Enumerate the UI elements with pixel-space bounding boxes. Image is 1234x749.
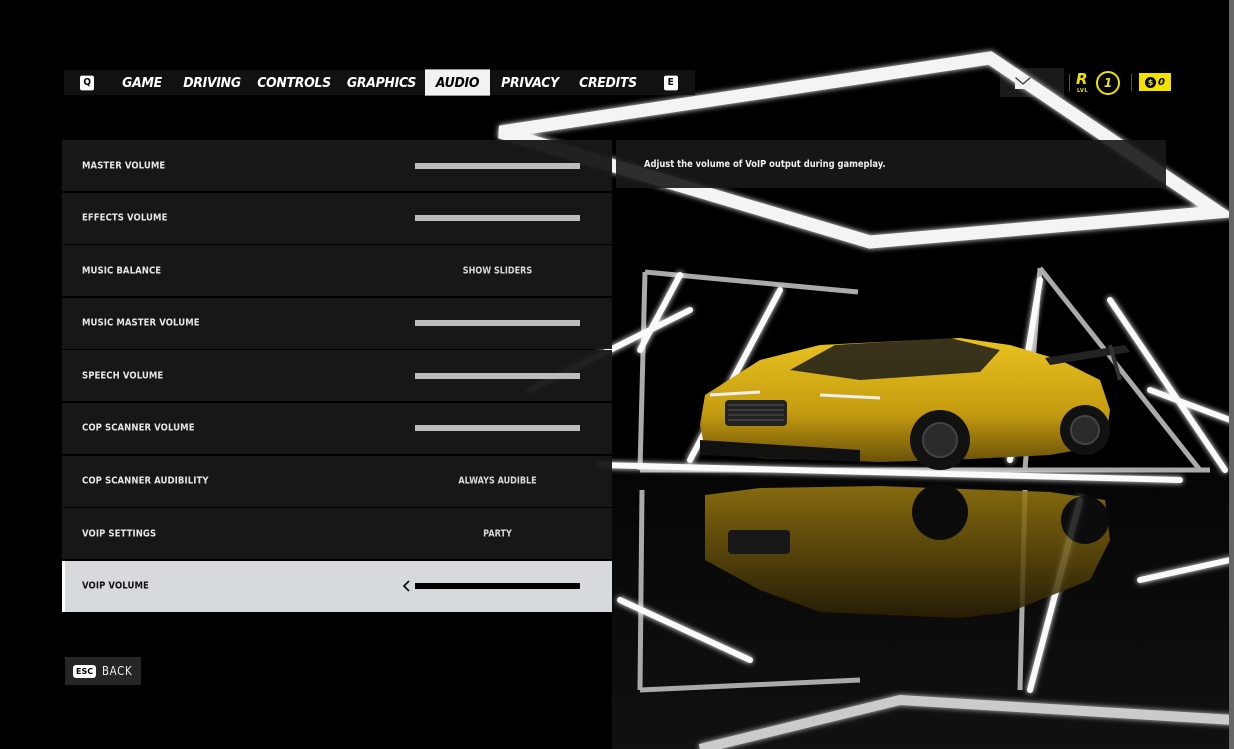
- e-key-icon: E: [663, 75, 678, 90]
- tab-game[interactable]: GAME: [110, 69, 174, 95]
- slider-fill: [415, 372, 580, 379]
- slider-fill: [415, 320, 580, 327]
- tab-audio[interactable]: AUDIO: [425, 69, 490, 96]
- setting-label: MUSIC MASTER VOLUME: [82, 317, 200, 329]
- voip-settings-value[interactable]: PARTY: [427, 528, 567, 539]
- setting-description-panel: Adjust the volume of VoIP output during …: [616, 140, 1166, 188]
- setting-row-effects-volume[interactable]: EFFECTS VOLUME: [62, 192, 612, 244]
- setting-row-speech-volume[interactable]: SPEECH VOLUME: [62, 350, 612, 402]
- divider: [1069, 74, 1070, 91]
- effects-volume-slider[interactable]: [415, 215, 580, 222]
- setting-row-music-balance[interactable]: MUSIC BALANCE SHOW SLIDERS: [62, 245, 612, 297]
- setting-row-master-volume[interactable]: MASTER VOLUME: [62, 140, 612, 191]
- back-button[interactable]: ESC BACK: [65, 657, 141, 685]
- slider-fill: [415, 583, 580, 590]
- cash-badge: $ 0: [1139, 73, 1171, 91]
- dollar-icon: $: [1145, 76, 1157, 88]
- tab-next-key-button[interactable]: E: [646, 69, 695, 95]
- music-balance-value[interactable]: SHOW SLIDERS: [427, 265, 567, 276]
- setting-row-cop-scanner-volume[interactable]: COP SCANNER VOLUME: [62, 402, 612, 454]
- audio-settings-list: MASTER VOLUME EFFECTS VOLUME MUSIC BALANCE…: [62, 140, 612, 613]
- setting-label: VOIP VOLUME: [82, 580, 149, 592]
- setting-row-cop-scanner-audibility[interactable]: COP SCANNER AUDIBILITY ALWAYS AUDIBLE: [62, 455, 612, 507]
- rep-level-value: 1: [1096, 71, 1120, 95]
- rep-icon: R: [1076, 70, 1088, 88]
- inbox-button[interactable]: [1000, 68, 1064, 97]
- setting-label: COP SCANNER AUDIBILITY: [82, 475, 209, 487]
- setting-label: COP SCANNER VOLUME: [82, 422, 195, 434]
- setting-label: EFFECTS VOLUME: [82, 212, 168, 224]
- settings-tab-bar: Q GAME DRIVING CONTROLS GRAPHICS AUDIO P…: [64, 69, 695, 96]
- tab-credits[interactable]: CREDITS: [570, 69, 646, 95]
- voip-volume-slider[interactable]: [415, 583, 580, 590]
- mail-icon: [1015, 76, 1031, 89]
- setting-label: MUSIC BALANCE: [82, 265, 162, 277]
- player-status-bar: R LVL 1 $ 0: [1000, 68, 1175, 97]
- setting-label: MASTER VOLUME: [82, 160, 166, 171]
- slider-fill: [415, 215, 580, 222]
- divider: [1131, 74, 1132, 91]
- setting-description: Adjust the volume of VoIP output during …: [644, 158, 886, 170]
- tab-privacy[interactable]: PRIVACY: [490, 69, 570, 95]
- chevron-left-icon[interactable]: [400, 580, 412, 592]
- setting-label: VOIP SETTINGS: [82, 528, 157, 540]
- cop-scanner-audibility-value[interactable]: ALWAYS AUDIBLE: [427, 476, 567, 487]
- cash-value: 0: [1158, 76, 1165, 88]
- slider-fill: [415, 425, 580, 432]
- cop-scanner-volume-slider[interactable]: [415, 425, 580, 432]
- back-label: BACK: [102, 664, 133, 678]
- rep-level-badge: R LVL 1: [1076, 70, 1126, 96]
- tab-controls[interactable]: CONTROLS: [250, 69, 338, 95]
- tab-prev-key-button[interactable]: Q: [64, 69, 110, 95]
- music-master-volume-slider[interactable]: [415, 320, 580, 327]
- setting-row-voip-settings[interactable]: VOIP SETTINGS PARTY: [62, 508, 612, 560]
- q-key-icon: Q: [80, 75, 94, 90]
- esc-key-icon: ESC: [73, 664, 97, 678]
- setting-row-voip-volume[interactable]: VOIP VOLUME: [62, 560, 612, 612]
- tab-driving[interactable]: DRIVING: [174, 69, 250, 95]
- rep-level-caption: LVL: [1077, 88, 1089, 94]
- speech-volume-slider[interactable]: [415, 372, 580, 379]
- master-volume-slider[interactable]: [415, 162, 580, 169]
- setting-row-music-master-volume[interactable]: MUSIC MASTER VOLUME: [62, 297, 612, 349]
- slider-fill: [415, 162, 580, 169]
- tab-graphics[interactable]: GRAPHICS: [338, 69, 425, 95]
- setting-label: SPEECH VOLUME: [82, 370, 164, 382]
